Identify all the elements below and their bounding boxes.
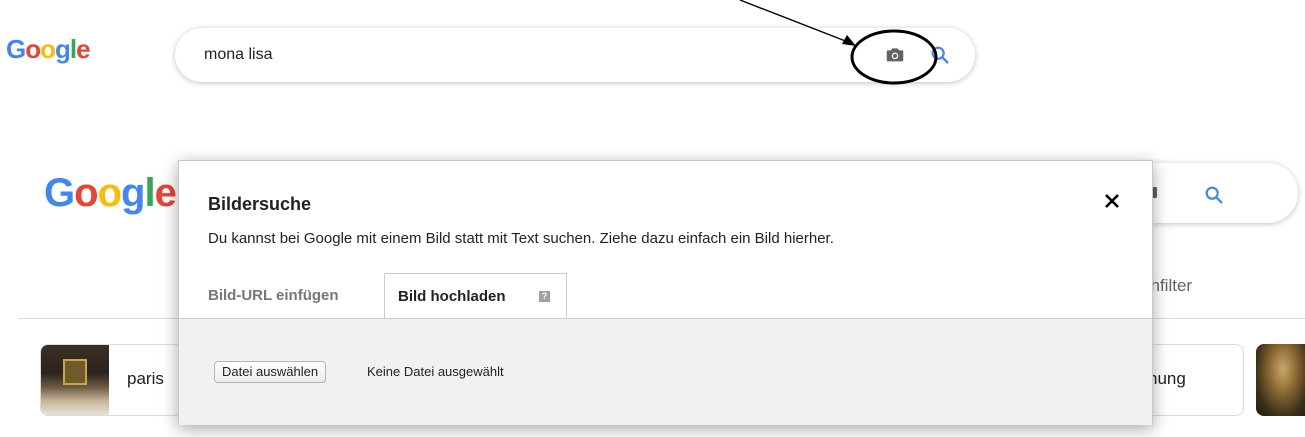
image-search-dialog: Bildersuche Du kannst bei Google mit ein… — [178, 160, 1153, 425]
search-input[interactable]: mona lisa — [204, 46, 272, 64]
dialog-description: Du kannst bei Google mit einem Bild stat… — [208, 230, 834, 247]
tab-label: Bild-URL einfügen — [208, 287, 339, 304]
dialog-title: Bildersuche — [208, 194, 312, 214]
dialog-tabs: Bild-URL einfügen Bild hochladen ? — [179, 272, 1152, 319]
separator-strip — [0, 100, 1305, 126]
file-status-text: Keine Datei ausgewählt — [367, 364, 504, 379]
suggestion-chip-paris: paris — [40, 344, 182, 416]
upload-panel: Datei auswählen Keine Datei ausgewählt — [179, 318, 1152, 425]
chip-thumbnail — [41, 345, 109, 415]
search-icon-background — [1205, 186, 1223, 204]
close-icon[interactable] — [1102, 191, 1122, 211]
choose-file-button[interactable]: Datei auswählen — [214, 361, 327, 383]
search-icon[interactable] — [929, 44, 951, 66]
painting-frame — [63, 359, 87, 385]
tab-paste-url[interactable]: Bild-URL einfügen — [179, 272, 384, 318]
google-logo[interactable]: Google — [6, 34, 91, 65]
tab-upload-image[interactable]: Bild hochladen ? — [384, 273, 567, 319]
mona-lisa-thumbnail — [1256, 344, 1305, 416]
google-logo-large: Google — [44, 171, 177, 215]
help-icon[interactable]: ? — [539, 291, 550, 302]
chip-label: paris — [127, 369, 164, 388]
camera-icon[interactable] — [884, 44, 906, 66]
tab-label: Bild hochladen — [398, 288, 506, 305]
search-bar[interactable]: mona lisa — [175, 28, 975, 82]
